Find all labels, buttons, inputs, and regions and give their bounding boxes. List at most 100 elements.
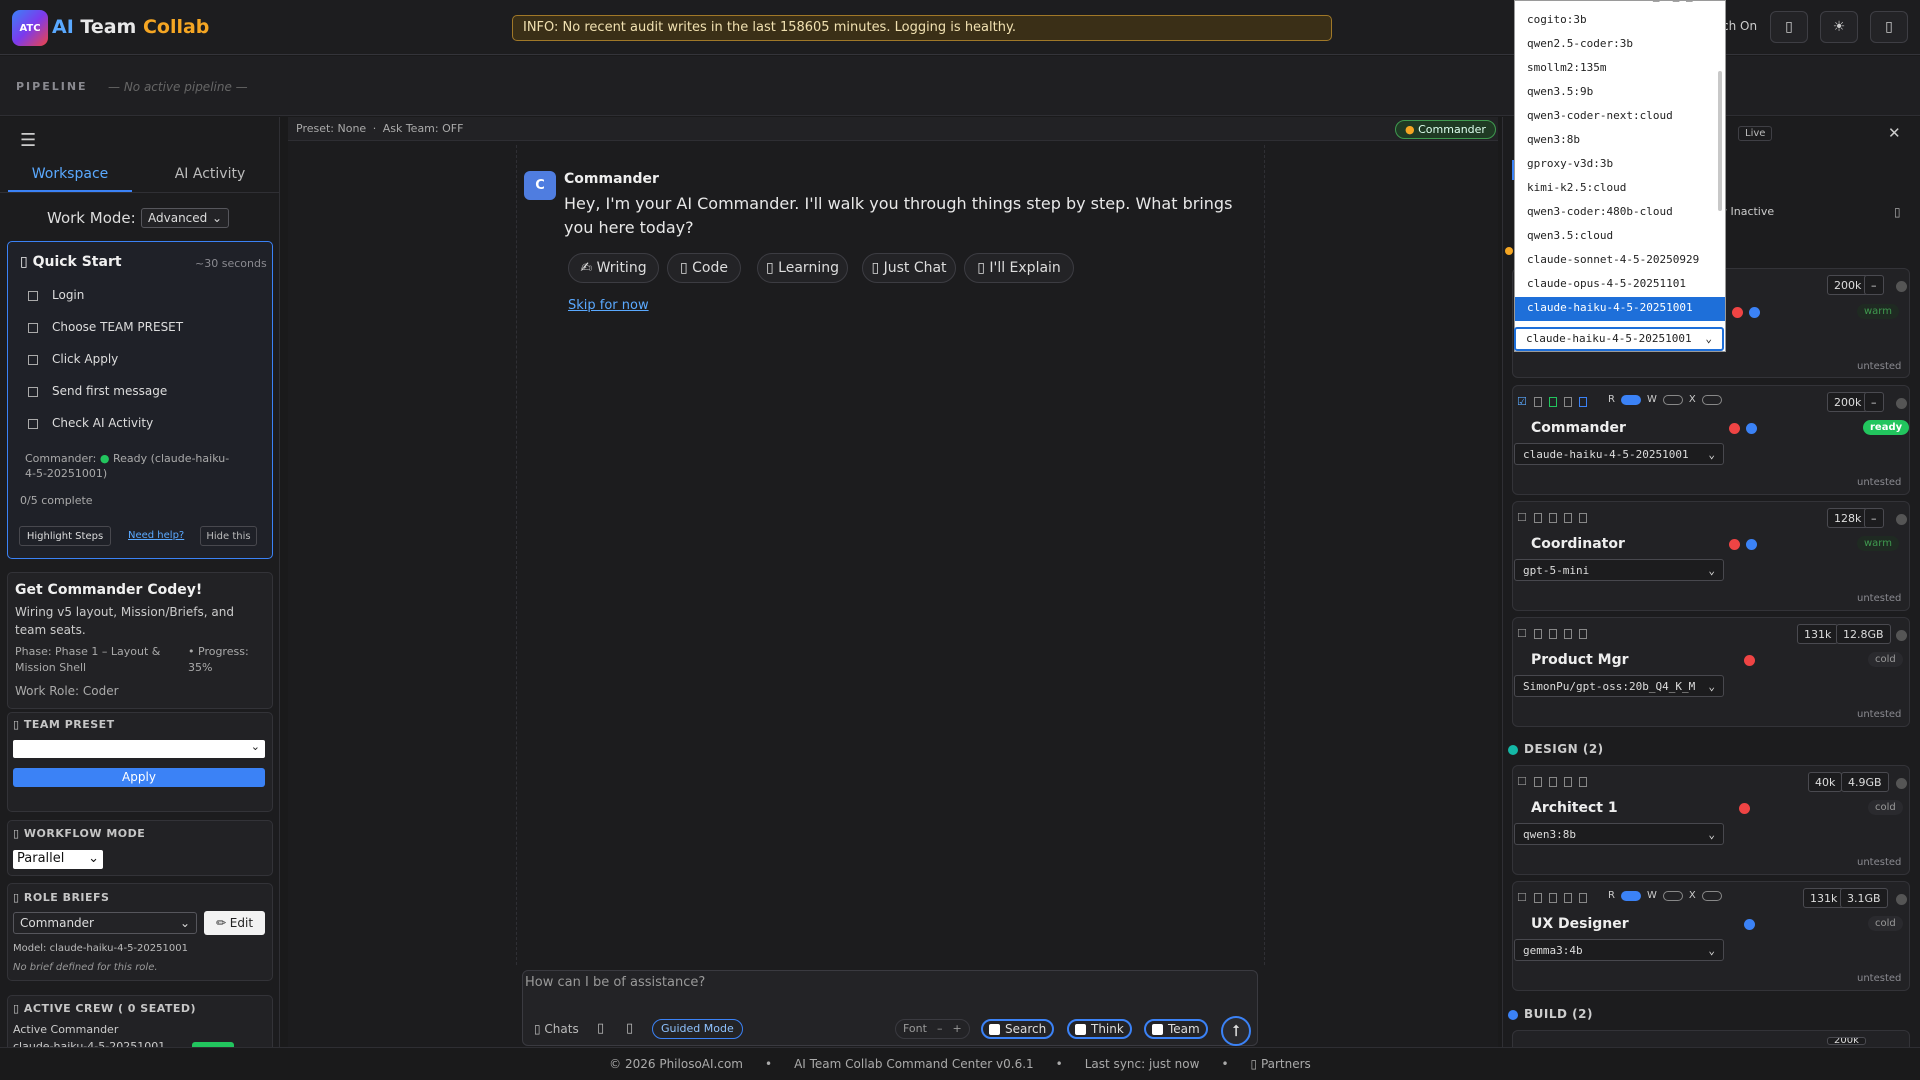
checkbox-icon[interactable] [1075,1023,1086,1035]
team-preset-select[interactable]: ⌄ [13,740,265,758]
tool-icon[interactable] [1579,893,1587,903]
footer-partners-link[interactable]: ▯ Partners [1251,1057,1311,1071]
dropdown-option[interactable]: kimi-k2.5:cloud [1515,177,1725,201]
tab-workspace[interactable]: Workspace [8,166,132,192]
tool-icon[interactable] [1549,629,1557,639]
chat-input[interactable]: How can I be of assistance? [525,975,705,990]
read-toggle[interactable] [1620,394,1641,405]
tool-icon[interactable] [1534,893,1542,903]
highlight-steps-button[interactable]: Highlight Steps [19,526,111,546]
write-toggle[interactable] [1662,394,1683,405]
model-select[interactable]: SimonPu/gpt-oss:20b_Q4_K_M ⌄ [1514,675,1724,697]
checkbox-icon[interactable] [28,354,38,365]
model-select[interactable]: gemma3:4b ⌄ [1514,939,1724,961]
workflow-select[interactable]: Parallel ⌄ [13,850,103,869]
tool-icon[interactable] [1549,777,1557,787]
dropdown-option[interactable]: claude-opus-4-5-20251101 [1515,273,1725,297]
agent-checkbox[interactable]: ☐ [1517,627,1527,640]
model-select[interactable]: claude-haiku-4-5-20251001 ⌄ [1514,443,1724,465]
dropdown-option[interactable]: claude-sonnet-4-5-20250929 [1515,249,1725,273]
think-toggle[interactable]: Think [1067,1019,1132,1039]
dropdown-option[interactable]: cogito:3b [1515,9,1725,33]
tool-icon[interactable] [1579,777,1587,787]
checkbox-icon[interactable] [28,322,38,333]
show-inactive-label[interactable]: w Inactive [1718,205,1774,218]
close-icon[interactable]: ✕ [1888,124,1901,142]
chats-button[interactable]: ▯ Chats [534,1022,579,1036]
read-toggle[interactable] [1620,890,1641,901]
checkbox-icon[interactable] [28,418,38,429]
tab-ai-activity[interactable]: AI Activity [140,166,280,192]
tool-icon[interactable] [1534,629,1542,639]
collapse-button[interactable]: – [1864,508,1884,528]
dropdown-option[interactable]: qwen3-coder:480b-cloud [1515,201,1725,225]
tool-icon[interactable] [1534,777,1542,787]
tool-icon[interactable] [1579,513,1587,523]
collapse-button[interactable]: – [1864,392,1884,412]
tool-icon[interactable] [1579,629,1587,639]
dropdown-option[interactable]: qwen2.5-coder:3b [1515,33,1725,57]
dropdown-option[interactable]: qwen3.5:9b [1515,81,1725,105]
tool-icon[interactable] [1549,893,1557,903]
checkbox-icon[interactable] [28,290,38,301]
dropdown-option[interactable]: gproxy-v3d:3b [1515,153,1725,177]
tool-icon[interactable] [1564,397,1572,407]
apply-button[interactable]: Apply [13,768,265,787]
quick-start-item[interactable]: Send first message [28,384,167,398]
dropdown-option[interactable]: qwen3.5:cloud [1515,225,1725,249]
dropdown-option-selected[interactable]: claude-haiku-4-5-20251001 [1515,297,1725,321]
agent-checkbox[interactable]: ☐ [1517,775,1527,788]
app-logo[interactable]: ATC [12,10,48,46]
chip-learning[interactable]: ▯ Learning [757,253,848,283]
checkbox-icon[interactable] [989,1023,1000,1035]
chip-writing[interactable]: ✍ Writing [568,253,659,283]
window-icon[interactable]: ▯ [1770,11,1808,43]
dropdown-option[interactable]: smollm2:135m [1515,57,1725,81]
checkbox-icon[interactable] [28,386,38,397]
agent-checkbox[interactable]: ☑ [1517,395,1527,408]
checkbox-icon[interactable] [1152,1023,1163,1035]
work-mode-select[interactable]: Advanced ⌄ [141,208,229,228]
quick-start-item[interactable]: Check AI Activity [28,416,153,430]
role-briefs-select[interactable]: Commander ⌄ [13,912,197,934]
exec-toggle[interactable] [1701,890,1722,901]
tool-icon[interactable] [1564,629,1572,639]
guided-mode-button[interactable]: Guided Mode [652,1019,743,1039]
tool-icon[interactable] [1564,893,1572,903]
quick-start-item[interactable]: Choose TEAM PRESET [28,320,183,334]
dropdown-scrollbar[interactable] [1718,71,1722,211]
model-select[interactable]: gpt-5-mini ⌄ [1514,559,1724,581]
group-design[interactable]: DESIGN (2) [1524,742,1604,756]
need-help-link[interactable]: Need help? [128,530,184,541]
tool-icon[interactable] [1534,513,1542,523]
agent-checkbox[interactable]: ☐ [1517,891,1527,904]
font-decrease-button[interactable]: – [937,1022,943,1036]
team-toggle[interactable]: Team [1144,1019,1208,1039]
quick-start-item[interactable]: Click Apply [28,352,118,366]
chip-ill-explain[interactable]: ▯ I'll Explain [964,253,1074,283]
write-toggle[interactable] [1662,890,1683,901]
dropdown-option[interactable]: qwen3-coder-next:cloud [1515,105,1725,129]
send-icon[interactable]: ⭡ [1221,1016,1251,1046]
tool-icon[interactable] [1564,513,1572,523]
quick-start-item[interactable]: Login [28,288,84,302]
dropdown-option[interactable]: qwen3:8b [1515,129,1725,153]
tool-icon[interactable] [1534,397,1542,407]
menu-icon[interactable]: ☰ [20,130,36,151]
header-toggle-label[interactable]: ch On [1722,19,1757,33]
skip-link[interactable]: Skip for now [568,298,649,313]
tool-icon[interactable] [1579,397,1587,407]
theme-icon[interactable]: ☀ [1820,11,1858,43]
account-icon[interactable]: ▯ [1870,11,1908,43]
chip-code[interactable]: ▯ Code [667,253,741,283]
attach-icon[interactable]: ▯ [597,1021,604,1036]
hide-quick-start-button[interactable]: Hide this [200,526,257,546]
tool-icon[interactable] [1549,513,1557,523]
agent-checkbox[interactable]: ☐ [1517,511,1527,524]
model-dropdown-list[interactable]: SimonPu/gpt-oss:20b_Q4_K_M cogito:3b qwe… [1514,0,1726,352]
mic-icon[interactable]: ▯ [626,1021,633,1036]
tool-icon[interactable] [1564,777,1572,787]
search-toggle[interactable]: Search [981,1019,1055,1039]
dropdown-option[interactable]: SimonPu/gpt-oss:20b_Q4_K_M [1515,1,1725,9]
model-select[interactable]: qwen3:8b ⌄ [1514,823,1724,845]
